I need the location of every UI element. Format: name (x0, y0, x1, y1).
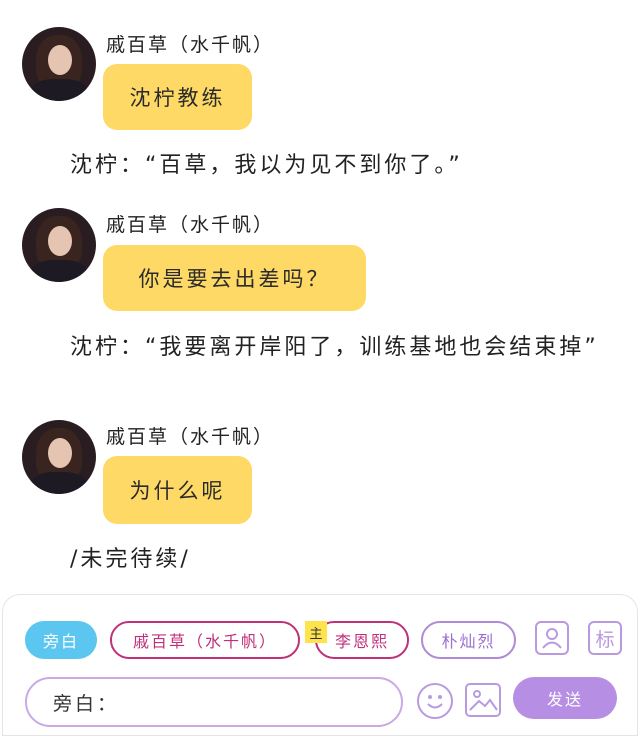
role-button-pu-canlie[interactable]: 朴灿烈 (421, 621, 516, 659)
role-button-narration[interactable]: 旁白 (25, 621, 97, 659)
composer-panel: 旁白 戚百草（水千帆） 李恩熙 主 朴灿烈 标 旁白： 发送 (2, 594, 638, 736)
role-button-li-enxi[interactable]: 李恩熙 (315, 621, 409, 659)
message-bubble[interactable]: 沈柠教练 (103, 64, 252, 130)
message-input[interactable]: 旁白： (25, 677, 403, 727)
image-svg (469, 690, 498, 711)
avatar[interactable] (22, 208, 96, 282)
main-role-badge: 主 (305, 621, 327, 643)
narration-text: 沈柠：“我要离开岸阳了，训练基地也会结束掉” (70, 335, 599, 360)
emoji-face-svg (427, 695, 443, 709)
speaker-name: 戚百草（水千帆） (106, 34, 275, 56)
image-icon[interactable] (465, 683, 501, 717)
narration-text: /未完待续/ (70, 547, 191, 572)
avatar[interactable] (22, 420, 96, 494)
message-bubble[interactable]: 为什么呢 (103, 456, 252, 524)
avatar[interactable] (22, 27, 96, 101)
speaker-name: 戚百草（水千帆） (106, 214, 275, 236)
contact-card-svg (542, 628, 562, 649)
speaker-name: 戚百草（水千帆） (106, 426, 275, 448)
chat-area: 戚百草（水千帆） 沈柠教练 沈柠：“百草，我以为见不到你了。” 戚百草（水千帆）… (0, 0, 640, 590)
tag-icon[interactable]: 标 (588, 621, 622, 655)
message-bubble[interactable]: 你是要去出差吗？ (103, 245, 366, 311)
role-button-qi-baicao[interactable]: 戚百草（水千帆） (110, 621, 300, 659)
contact-card-icon[interactable] (535, 621, 569, 655)
send-button[interactable]: 发送 (513, 677, 617, 719)
narration-text: 沈柠：“百草，我以为见不到你了。” (70, 153, 463, 178)
emoji-icon[interactable] (417, 683, 453, 719)
